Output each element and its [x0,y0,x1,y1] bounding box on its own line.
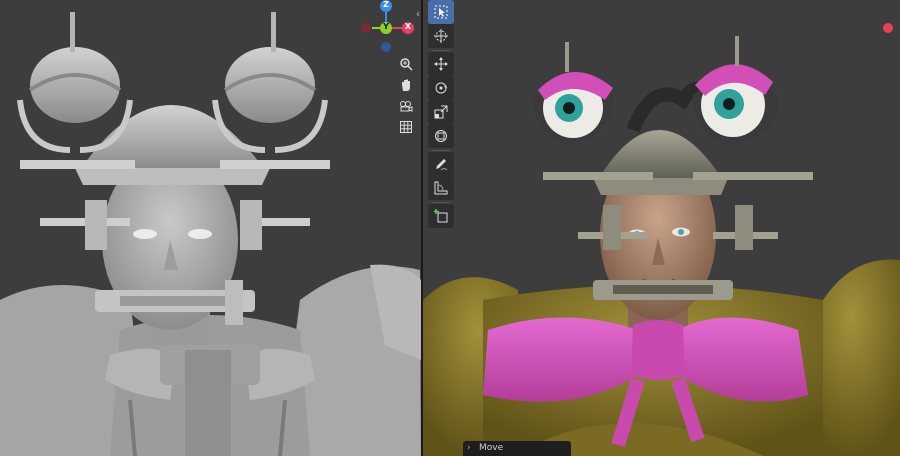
transform-tool[interactable] [428,124,454,148]
perspective-toggle-button[interactable] [395,116,417,138]
scale-tool[interactable] [428,100,454,124]
rotate-icon [435,82,447,94]
magnifier-plus-icon [400,58,413,71]
camera-view-button[interactable] [395,95,417,117]
add-cube-icon [434,209,448,223]
select-box-tool[interactable] [428,0,454,24]
expand-chevron-icon[interactable]: › [467,441,479,456]
solid-render-scene [0,12,421,456]
left-viewport-solid[interactable]: Z Y X [0,0,421,456]
material-render-scene [423,36,900,456]
annotate-tool[interactable] [428,152,454,176]
camera-icon [400,101,413,112]
measure-tool[interactable] [428,176,454,200]
zoom-button[interactable] [395,53,417,75]
tool-separator [432,50,450,51]
right-viewport-rendered[interactable] [423,0,900,456]
gizmo-z-label: Z [383,0,389,9]
gizmo-x-label: X [404,22,412,31]
tool-separator [432,202,450,203]
cursor-tool[interactable] [428,24,454,48]
add-cube-tool[interactable] [428,204,454,228]
gizmo-y-label: Y [383,22,389,31]
pan-button[interactable] [395,74,417,96]
tool-separator [432,150,450,151]
transform-icon [435,130,447,142]
pencil-icon [436,159,448,171]
rotate-tool[interactable] [428,76,454,100]
orientation-gizmo-partial[interactable] [878,0,900,56]
grid-icon [400,121,412,133]
hand-icon [402,79,410,91]
ruler-icon [434,181,448,195]
move-tool[interactable] [428,52,454,76]
scale-icon [434,105,448,119]
crosshair-circle-icon [434,29,448,43]
last-operator-panel[interactable]: › Move [463,441,571,456]
orientation-gizmo[interactable]: Z Y X [358,0,418,56]
operator-panel-label: Move [479,443,504,453]
move-arrows-icon [434,57,448,71]
cursor-icon [434,5,448,19]
collapse-chevron-icon[interactable]: ‹ [413,9,423,21]
